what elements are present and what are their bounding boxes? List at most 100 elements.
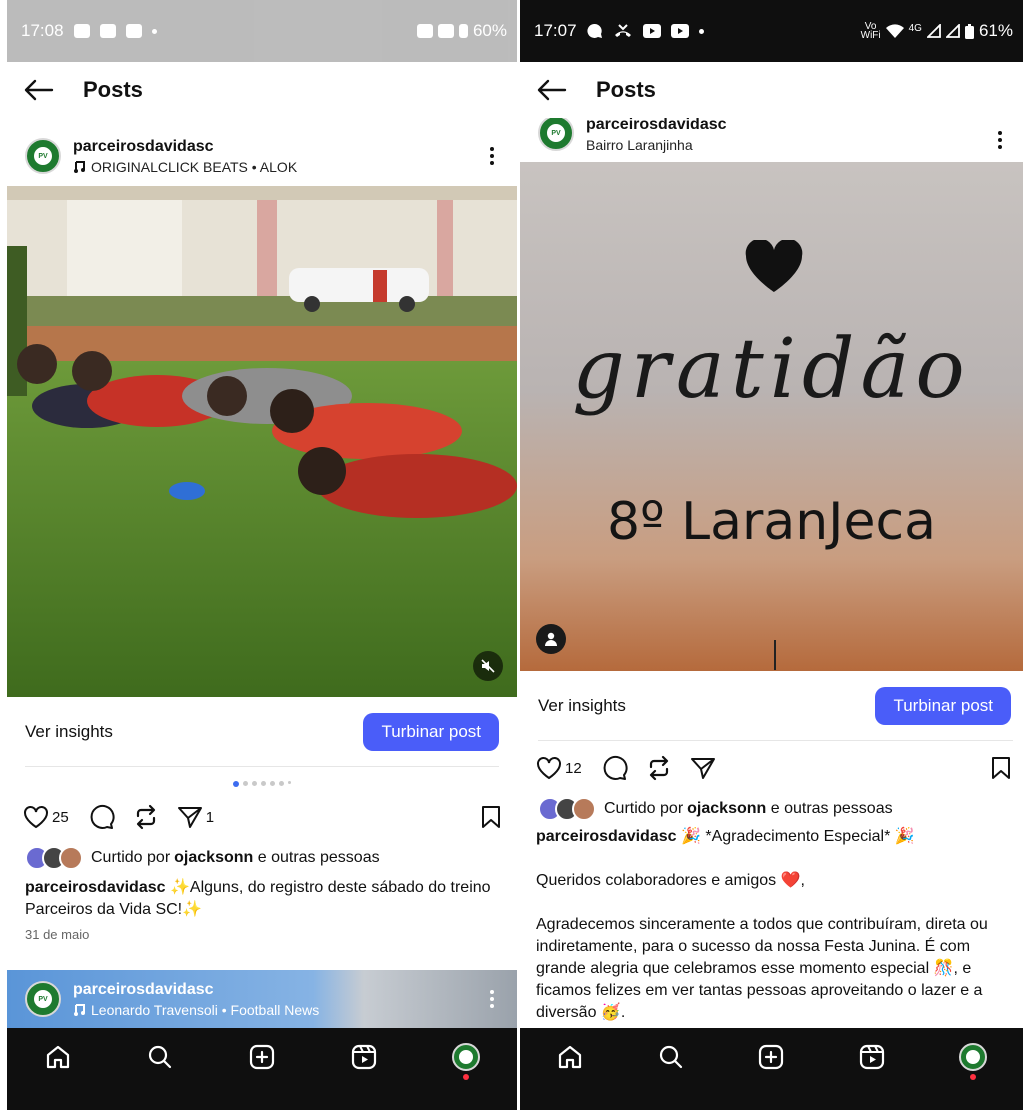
top-app-bar: Posts xyxy=(7,62,517,118)
club-logo-icon: PV xyxy=(544,121,568,145)
post-username[interactable]: parceirosdavidasc xyxy=(73,138,297,156)
view-insights-link[interactable]: Ver insights xyxy=(25,722,113,742)
reels-icon xyxy=(859,1044,885,1070)
club-logo-icon xyxy=(456,1047,476,1067)
person-icon xyxy=(545,632,557,646)
post-photo[interactable] xyxy=(7,186,517,697)
more-options-button[interactable] xyxy=(985,131,1015,149)
page-title: Posts xyxy=(596,77,656,102)
next-audio-label: Leonardo Travensoli • Football News xyxy=(91,1001,320,1018)
caption-line1: 🎉 *Agradecimento Especial* 🎉 xyxy=(676,828,915,845)
more-notifications-icon xyxy=(698,28,704,34)
back-button[interactable] xyxy=(524,62,580,118)
repost-button[interactable] xyxy=(646,755,672,781)
nav-profile[interactable] xyxy=(449,1040,483,1080)
comment-button[interactable] xyxy=(600,754,628,782)
insights-row: Ver insights Turbinar post xyxy=(520,676,1023,736)
youtube-icon xyxy=(642,24,661,38)
bookmark-icon xyxy=(992,757,1010,779)
reels-icon xyxy=(351,1044,377,1070)
caption-username[interactable]: parceirosdavidasc xyxy=(536,828,677,845)
back-button[interactable] xyxy=(11,62,67,118)
share-button[interactable]: 1 xyxy=(177,805,214,829)
save-button[interactable] xyxy=(991,756,1011,780)
battery-icon xyxy=(458,24,468,38)
liked-by-prefix: Curtido por xyxy=(604,800,684,817)
boost-post-button[interactable]: Turbinar post xyxy=(875,687,1011,725)
status-time: 17:07 xyxy=(534,21,577,40)
home-icon xyxy=(559,1045,582,1069)
nav-profile[interactable] xyxy=(956,1040,990,1080)
repost-icon xyxy=(136,804,155,830)
next-post-audio[interactable]: Leonardo Travensoli • Football News xyxy=(73,1002,319,1018)
avatar[interactable]: PV xyxy=(25,138,61,174)
image-mark xyxy=(774,640,776,670)
nav-search[interactable] xyxy=(143,1040,177,1074)
music-note-icon xyxy=(74,161,85,173)
liked-by[interactable]: Curtido por ojacksonn e outras pessoas xyxy=(538,796,1013,822)
avatar[interactable]: PV xyxy=(538,118,574,151)
repost-button[interactable] xyxy=(133,804,159,830)
script-headline: gratidão xyxy=(572,322,971,417)
nav-create[interactable] xyxy=(245,1040,279,1074)
more-options-button[interactable] xyxy=(477,147,507,165)
youtube-notification-icon xyxy=(125,24,142,38)
liker-avatars xyxy=(25,846,83,870)
top-app-bar: Posts xyxy=(520,62,1023,118)
plus-square-icon xyxy=(759,1044,784,1070)
audio-label: ORIGINALCLICK BEATS • ALOK xyxy=(91,158,298,175)
boost-post-button[interactable]: Turbinar post xyxy=(363,713,499,751)
like-button[interactable]: 25 xyxy=(23,805,69,829)
like-button[interactable]: 12 xyxy=(536,756,582,780)
mute-button[interactable] xyxy=(473,651,503,681)
liked-by-suffix: e outras pessoas xyxy=(253,849,380,866)
battery-level: 60% xyxy=(472,21,507,40)
audio-attribution[interactable]: ORIGINALCLICK BEATS • ALOK xyxy=(73,159,297,175)
post-actions: 25 1 xyxy=(7,797,517,837)
nav-search[interactable] xyxy=(654,1040,688,1074)
view-insights-link[interactable]: Ver insights xyxy=(538,696,626,716)
caption-paragraph-2: Queridos colaboradores e amigos ❤️, xyxy=(536,872,805,889)
heart-icon xyxy=(745,240,803,292)
post-location[interactable]: Bairro Laranjinha xyxy=(586,137,727,153)
plus-square-icon xyxy=(249,1044,275,1070)
liked-by-suffix: e outras pessoas xyxy=(766,800,893,817)
nav-reels[interactable] xyxy=(855,1040,889,1074)
carousel-indicator xyxy=(7,781,517,787)
insights-row: Ver insights Turbinar post xyxy=(7,702,517,762)
caption-username[interactable]: parceirosdavidasc xyxy=(25,879,166,896)
more-notifications-icon xyxy=(151,28,157,34)
next-post-preview[interactable]: PV parceirosdavidasc Leonardo Travensoli… xyxy=(7,970,517,1028)
more-options-button[interactable] xyxy=(477,990,507,1008)
tagged-people-button[interactable] xyxy=(536,624,566,654)
liked-by-user[interactable]: ojacksonn xyxy=(174,849,253,867)
youtube-icon xyxy=(670,24,689,38)
repost-icon xyxy=(649,755,668,781)
caption-paragraph-3: Agradecemos sinceramente a todos que con… xyxy=(536,916,988,1021)
battery-icon xyxy=(964,23,974,39)
liked-by[interactable]: Curtido por ojacksonn e outras pessoas xyxy=(25,845,507,871)
post-image[interactable]: gratidão 8º LaranJeca xyxy=(520,162,1023,671)
liked-by-user[interactable]: ojacksonn xyxy=(687,800,766,818)
missed-call-icon xyxy=(614,24,631,37)
bottom-navigation xyxy=(520,1028,1023,1086)
wifi-icon xyxy=(885,24,904,38)
post-username[interactable]: parceirosdavidasc xyxy=(586,118,727,134)
send-icon xyxy=(177,807,202,828)
divider xyxy=(538,740,1013,741)
club-logo-icon: PV xyxy=(31,987,55,1011)
status-time: 17:08 xyxy=(21,21,64,40)
nav-home[interactable] xyxy=(553,1040,587,1074)
comment-button[interactable] xyxy=(87,803,115,831)
nav-home[interactable] xyxy=(41,1040,75,1074)
next-post-username[interactable]: parceirosdavidasc xyxy=(73,981,319,999)
share-button[interactable] xyxy=(690,756,716,780)
avatar[interactable]: PV xyxy=(25,981,61,1017)
comment-icon xyxy=(603,755,628,780)
signal-icon xyxy=(437,24,454,38)
save-button[interactable] xyxy=(481,805,501,829)
nav-create[interactable] xyxy=(754,1040,788,1074)
heart-icon xyxy=(537,757,561,780)
post-actions: 12 xyxy=(520,748,1023,788)
nav-reels[interactable] xyxy=(347,1040,381,1074)
